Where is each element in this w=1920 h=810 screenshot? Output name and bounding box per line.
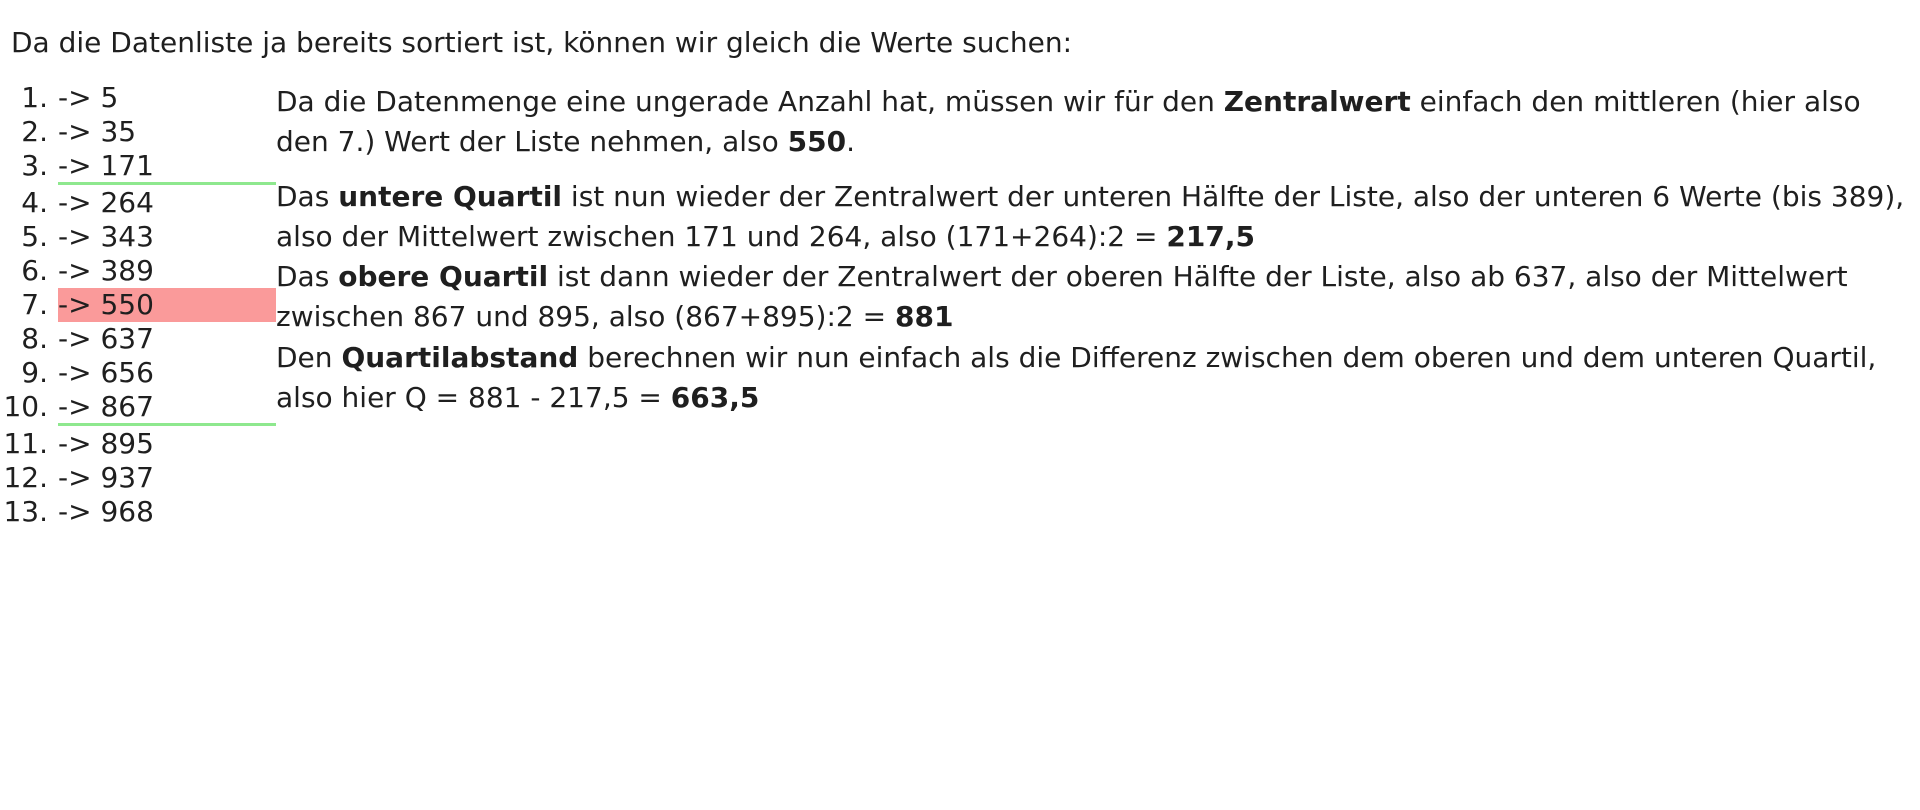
list-item-value: -> 937 [58, 461, 276, 495]
list-item: 8. -> 637 [0, 322, 276, 356]
value-text: 637 [100, 322, 154, 355]
arrow-text: -> [58, 186, 92, 219]
list-item-value: -> 968 [58, 495, 276, 529]
list-item: 7. -> 550 [0, 288, 276, 322]
median-paragraph: Da die Datenmenge eine ungerade Anzahl h… [276, 85, 1861, 158]
median-term: Zentralwert [1223, 85, 1411, 118]
arrow-text: -> [58, 220, 92, 253]
value-text: 550 [100, 288, 154, 321]
value-text: 937 [100, 461, 154, 494]
value-text: 5 [100, 81, 119, 114]
lower-quartile-value: 217,5 [1166, 220, 1255, 253]
value-text: 867 [100, 390, 154, 423]
interquartile-range-paragraph: Den Quartilabstand berechnen wir nun ein… [276, 341, 1877, 414]
value-text: 656 [100, 356, 154, 389]
list-item-value: -> 264 [58, 186, 276, 220]
list-item-number: 3. [21, 149, 48, 182]
quartile-divider [58, 423, 276, 426]
list-item: 5. -> 343 [0, 220, 276, 254]
value-text: 264 [100, 186, 154, 219]
quartile-divider [58, 182, 276, 185]
value-text: 389 [100, 254, 154, 287]
arrow-text: -> [58, 254, 92, 287]
value-text: 895 [100, 427, 154, 460]
list-item-value: -> 637 [58, 322, 276, 356]
list-item-number: 11. [3, 427, 48, 460]
list-item: 2. -> 35 [0, 115, 276, 149]
arrow-text: -> [58, 81, 92, 114]
list-item: 13. -> 968 [0, 495, 276, 529]
sorted-data-list: 1. -> 5 2. -> 35 3. -> 171 4. -> 264 5. -> 343 6. -… [0, 0, 276, 560]
upper-quartile-paragraph: Das obere Quartil ist dann wieder der Ze… [276, 260, 1848, 333]
arrow-text: -> [58, 115, 92, 148]
list-item-number: 2. [21, 115, 48, 148]
upper-quartile-term: obere Quartil [338, 260, 549, 293]
upper-quartile-value: 881 [895, 300, 954, 333]
list-item-value: -> 171 [58, 149, 276, 183]
list-item-value: -> 389 [58, 254, 276, 288]
list-item-number: 13. [3, 495, 48, 528]
arrow-text: -> [58, 149, 92, 182]
median-value: 550 [787, 125, 847, 158]
list-item-value: -> 867 [58, 390, 276, 424]
value-text: 343 [100, 220, 154, 253]
list-item-number: 8. [21, 322, 48, 355]
list-item-number: 1. [21, 81, 48, 114]
list-item-value: -> 343 [58, 220, 276, 254]
arrow-text: -> [58, 322, 92, 355]
list-item: 6. -> 389 [0, 254, 276, 288]
list-item-number: 5. [21, 220, 48, 253]
list-item-number: 6. [21, 254, 48, 287]
list-item: 4. -> 264 [0, 186, 276, 220]
list-item: 11. -> 895 [0, 427, 276, 461]
value-text: 35 [100, 115, 137, 148]
list-item-value: -> 550 [58, 288, 276, 322]
arrow-text: -> [58, 390, 92, 423]
lower-quartile-term: untere Quartil [338, 180, 563, 213]
arrow-text: -> [58, 356, 92, 389]
list-item-value: -> 895 [58, 427, 276, 461]
list-item-value: -> 656 [58, 356, 276, 390]
value-text: 171 [100, 149, 154, 182]
list-item-number: 12. [3, 461, 48, 494]
arrow-text: -> [58, 495, 92, 528]
list-item-value: -> 5 [58, 81, 276, 115]
list-item-number: 4. [21, 186, 48, 219]
list-item: 10. -> 867 [0, 390, 276, 424]
list-item-number: 10. [3, 390, 48, 423]
value-text: 968 [100, 495, 154, 528]
list-item: 12. -> 937 [0, 461, 276, 495]
list-item: 1. -> 5 [0, 81, 276, 115]
arrow-text: -> [58, 427, 92, 460]
arrow-text: -> [58, 461, 92, 494]
interquartile-range-value: 663,5 [670, 381, 760, 414]
list-item-number: 7. [21, 288, 48, 321]
arrow-text: -> [58, 288, 92, 321]
list-item: 9. -> 656 [0, 356, 276, 390]
list-item: 3. -> 171 [0, 149, 276, 183]
lower-quartile-paragraph: Das untere Quartil ist nun wieder der Ze… [276, 180, 1905, 253]
list-item-value: -> 35 [58, 115, 276, 149]
list-item-number: 9. [21, 356, 48, 389]
interquartile-range-term: Quartilabstand [341, 341, 579, 374]
